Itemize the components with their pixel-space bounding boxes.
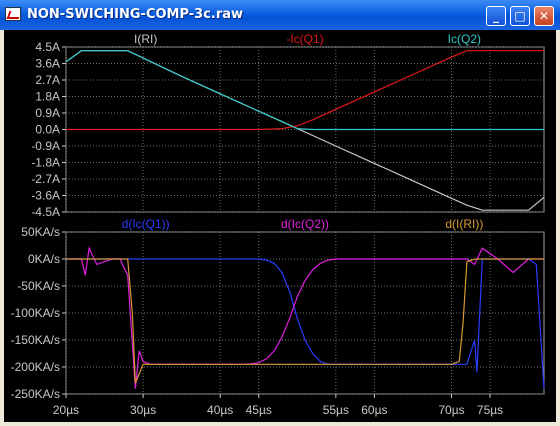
bottom-ytick-label: -250KA/s <box>11 387 60 401</box>
waveform-app-icon <box>5 7 21 21</box>
top-ytick-label: 1.8A <box>35 90 60 104</box>
bottom-ytick-label: -200KA/s <box>11 360 60 374</box>
window-title: NON-SWICHING-COMP-3c.raw <box>27 7 244 22</box>
bottom-ytick-label: -100KA/s <box>11 306 60 320</box>
top-ytick-label: -4.5A <box>31 205 60 219</box>
bottom-ytick-label: -50KA/s <box>17 279 60 293</box>
top-ytick-label: -1.8A <box>31 156 60 170</box>
top-ytick-label: -0.9A <box>31 139 60 153</box>
top-ytick-label: -3.6A <box>31 189 60 203</box>
legend-label-1: d(Ic(Q2)) <box>281 217 329 231</box>
x-tick-label: 30µs <box>130 403 156 417</box>
top-panel[interactable]: 4.5A 3.6A 2.7A 1.8A 0.9A 0.0A -0.9A -1.8A -2.7A -… <box>31 32 545 219</box>
x-tick-label: 75µs <box>477 403 503 417</box>
x-tick-label: 70µs <box>438 403 464 417</box>
legend-label-0: d(Ic(Q1)) <box>122 217 170 231</box>
legend-label-0: I(RI) <box>134 32 157 46</box>
x-tick-label: 45µs <box>246 403 272 417</box>
waveform-plot[interactable]: 4.5A 3.6A 2.7A 1.8A 0.9A 0.0A -0.9A -1.8A -2.7A -… <box>4 30 556 422</box>
series-line-ic-q2- <box>65 50 544 131</box>
minimize-button[interactable]: _ <box>486 6 506 26</box>
bottom-ytick-label: 0KA/s <box>28 252 60 266</box>
x-tick-label: 60µs <box>361 403 387 417</box>
top-ytick-label: 0.0A <box>35 123 60 137</box>
legend-label-2: Ic(Q2) <box>448 32 481 46</box>
series-line--ic-q1- <box>66 50 544 131</box>
maximize-button[interactable]: □ <box>510 6 530 26</box>
legend-label-1: -Ic(Q1) <box>286 32 323 46</box>
top-ytick-label: 4.5A <box>35 40 60 54</box>
plot-area[interactable]: 4.5A 3.6A 2.7A 1.8A 0.9A 0.0A -0.9A -1.8A -2.7A -… <box>4 30 556 422</box>
bottom-ytick-label: -150KA/s <box>11 333 60 347</box>
top-ytick-label: 2.7A <box>35 73 60 87</box>
x-tick-label: 20µs <box>53 403 79 417</box>
series-line-i-ri- <box>65 50 545 211</box>
top-ytick-label: 3.6A <box>35 57 60 71</box>
x-tick-label: 55µs <box>323 403 349 417</box>
legend-label-2: d(I(RI)) <box>445 217 483 231</box>
waveform-window: NON-SWICHING-COMP-3c.raw _ □ ✕ 4.5A 3.6A 2… <box>0 0 560 426</box>
bottom-ytick-label: 50KA/s <box>21 225 60 239</box>
series-line-d-ic-q2- <box>66 246 544 389</box>
title-bar[interactable]: NON-SWICHING-COMP-3c.raw _ □ ✕ <box>0 0 560 30</box>
x-tick-label: 40µs <box>207 403 233 417</box>
close-button[interactable]: ✕ <box>534 6 554 26</box>
top-ytick-label: 0.9A <box>35 106 60 120</box>
bottom-panel[interactable]: 50KA/s 0KA/s -50KA/s -100KA/s -150KA/s -200KA… <box>11 217 545 417</box>
top-ytick-label: -2.7A <box>31 172 60 186</box>
